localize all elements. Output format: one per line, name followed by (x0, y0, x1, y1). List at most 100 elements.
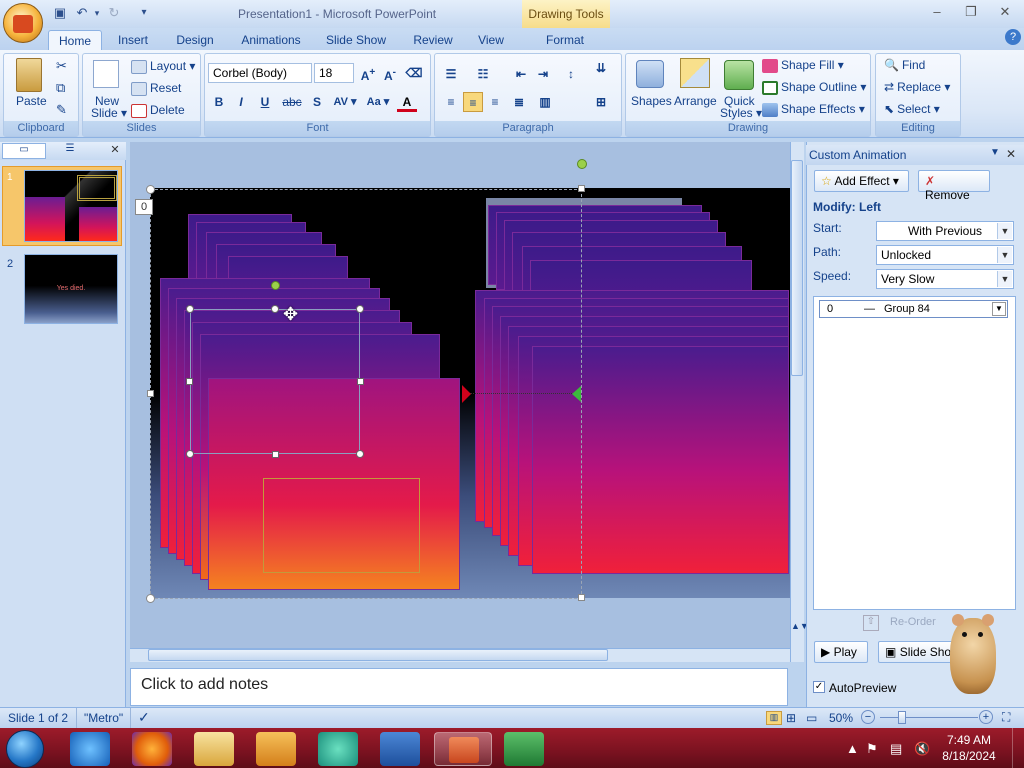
zoom-out-icon[interactable]: − (861, 710, 875, 724)
prev-next-slide-icon[interactable]: ▲▼ (791, 620, 809, 646)
group-resize-handle[interactable] (578, 185, 585, 192)
hamster-mascot-icon[interactable] (944, 610, 1004, 700)
quick-styles-icon[interactable] (724, 60, 754, 90)
normal-view-icon[interactable]: ▥ (766, 711, 782, 725)
slide-sorter-view-icon[interactable]: ⊞ (786, 711, 796, 725)
show-desktop-button[interactable] (1012, 728, 1024, 768)
fit-to-window-icon[interactable]: ⛶ (1002, 710, 1010, 725)
align-right-icon[interactable]: ≡ (485, 92, 505, 112)
save-icon[interactable]: ▣ (52, 5, 68, 21)
minimize-button[interactable]: – (926, 4, 948, 22)
shape-fill-button[interactable]: Shape Fill ▾ (781, 58, 844, 72)
zoom-level[interactable]: 50% (829, 711, 853, 725)
group-resize-handle[interactable] (147, 390, 154, 397)
spelling-check-icon[interactable]: ✓ (138, 709, 150, 726)
align-center-icon[interactable]: ≡ (463, 92, 483, 112)
redo-icon[interactable]: ↻ (106, 5, 122, 21)
layout-button[interactable]: Layout ▾ (150, 59, 195, 73)
columns-icon[interactable]: ▥ (535, 92, 555, 112)
shapes-button[interactable]: Shapes (631, 94, 672, 108)
tab-insert[interactable]: Insert (110, 30, 156, 50)
group-rotate-handle[interactable] (577, 159, 587, 169)
shapes-icon[interactable] (636, 60, 664, 88)
powerpoint-taskbar-button[interactable] (434, 732, 492, 766)
start-select[interactable]: With Previous ▼ (876, 221, 1014, 241)
group-resize-handle[interactable] (146, 185, 155, 194)
arrange-button[interactable]: Arrange (674, 94, 717, 108)
resize-handle[interactable] (356, 450, 364, 458)
add-effect-button[interactable]: ☆ Add Effect ▾ (814, 170, 909, 192)
replace-button[interactable]: Replace ▾ (897, 80, 950, 94)
resize-handle[interactable] (186, 450, 194, 458)
underline-button[interactable]: U (255, 92, 275, 112)
start-button[interactable] (6, 730, 44, 768)
line-spacing-icon[interactable]: ↕ (561, 64, 581, 84)
bullets-icon[interactable]: ☰ (441, 64, 461, 84)
bold-button[interactable]: B (209, 92, 229, 112)
edge-icon[interactable] (318, 732, 358, 766)
font-size-select[interactable]: 18 (314, 63, 354, 83)
resize-handle[interactable] (271, 305, 279, 313)
justify-icon[interactable]: ≣ (509, 92, 529, 112)
resize-handle[interactable] (186, 305, 194, 313)
select-button[interactable]: Select ▾ (897, 102, 940, 116)
tab-view[interactable]: View (470, 30, 512, 50)
internet-explorer-icon[interactable] (70, 732, 110, 766)
quick-styles-dropdown[interactable]: Styles ▾ (720, 106, 762, 120)
font-family-select[interactable]: Corbel (Body) (208, 63, 312, 83)
grow-font-icon[interactable]: A+ (358, 63, 378, 83)
resize-handle[interactable] (356, 305, 364, 313)
find-button[interactable]: Find (902, 58, 925, 72)
delete-button[interactable]: Delete (150, 103, 185, 117)
office-button[interactable] (3, 3, 43, 43)
tab-animations[interactable]: Animations (234, 30, 308, 50)
shape-outline-button[interactable]: Shape Outline ▾ (781, 80, 866, 94)
path-select[interactable]: Unlocked ▼ (876, 245, 1014, 265)
new-slide-dropdown[interactable]: Slide ▾ (91, 106, 127, 120)
text-direction-icon[interactable]: ⇊ (591, 58, 611, 78)
undo-icon[interactable]: ↶ (74, 5, 90, 21)
pane-close-icon[interactable]: ✕ (1006, 147, 1016, 161)
copy-icon[interactable]: ⧉ (56, 80, 65, 96)
new-slide-icon[interactable] (93, 60, 119, 88)
numbering-icon[interactable]: ☷ (473, 64, 493, 84)
volume-muted-icon[interactable]: 🔇 (914, 741, 930, 757)
tab-design[interactable]: Design (170, 30, 220, 50)
decrease-indent-icon[interactable]: ⇤ (511, 64, 531, 84)
strikethrough-button[interactable]: abc (279, 92, 305, 112)
flag-icon[interactable]: ⚑ (866, 741, 878, 757)
reorder-up-icon[interactable]: ⇧ (863, 615, 879, 631)
play-button[interactable]: ▶ Play (814, 641, 868, 663)
animation-tag[interactable]: 0 (135, 199, 153, 215)
motion-path-end-icon[interactable] (462, 385, 471, 403)
character-spacing-button[interactable]: AV ▾ (329, 92, 361, 112)
remove-button[interactable]: ✗ Remove (918, 170, 990, 202)
group-resize-handle[interactable] (578, 594, 585, 601)
word-icon[interactable] (380, 732, 420, 766)
excel-icon[interactable] (504, 732, 544, 766)
speed-select[interactable]: Very Slow ▼ (876, 269, 1014, 289)
chevron-down-icon[interactable]: ▼ (992, 302, 1006, 316)
restore-button[interactable]: ❐ (960, 4, 982, 22)
resize-handle[interactable] (357, 378, 364, 385)
arrange-icon[interactable] (680, 58, 710, 88)
list-item[interactable]: 0 — Group 84 ▼ (819, 300, 1008, 318)
horizontal-scroll-thumb[interactable] (148, 649, 608, 661)
slides-tab-icon[interactable]: ▭ (2, 143, 46, 159)
italic-button[interactable]: I (231, 92, 251, 112)
align-left-icon[interactable]: ≡ (441, 92, 461, 112)
qat-customize[interactable]: ▾ (136, 5, 152, 21)
motion-path-start-icon[interactable] (572, 386, 581, 402)
reset-button[interactable]: Reset (150, 81, 181, 95)
animation-list[interactable] (813, 296, 1016, 610)
rotate-handle[interactable] (271, 281, 280, 290)
change-case-button[interactable]: Aa ▾ (363, 92, 393, 112)
cut-icon[interactable]: ✂ (56, 58, 67, 74)
slide-thumbnail-2[interactable]: Yes died. (24, 254, 118, 324)
zoom-slider[interactable] (880, 717, 978, 718)
close-panel-icon[interactable]: ✕ (108, 143, 122, 159)
zoom-slider-thumb[interactable] (898, 711, 906, 724)
shape-effects-button[interactable]: Shape Effects ▾ (781, 102, 865, 116)
tab-slide-show[interactable]: Slide Show (320, 30, 392, 50)
paste-button[interactable]: Paste (16, 94, 47, 108)
